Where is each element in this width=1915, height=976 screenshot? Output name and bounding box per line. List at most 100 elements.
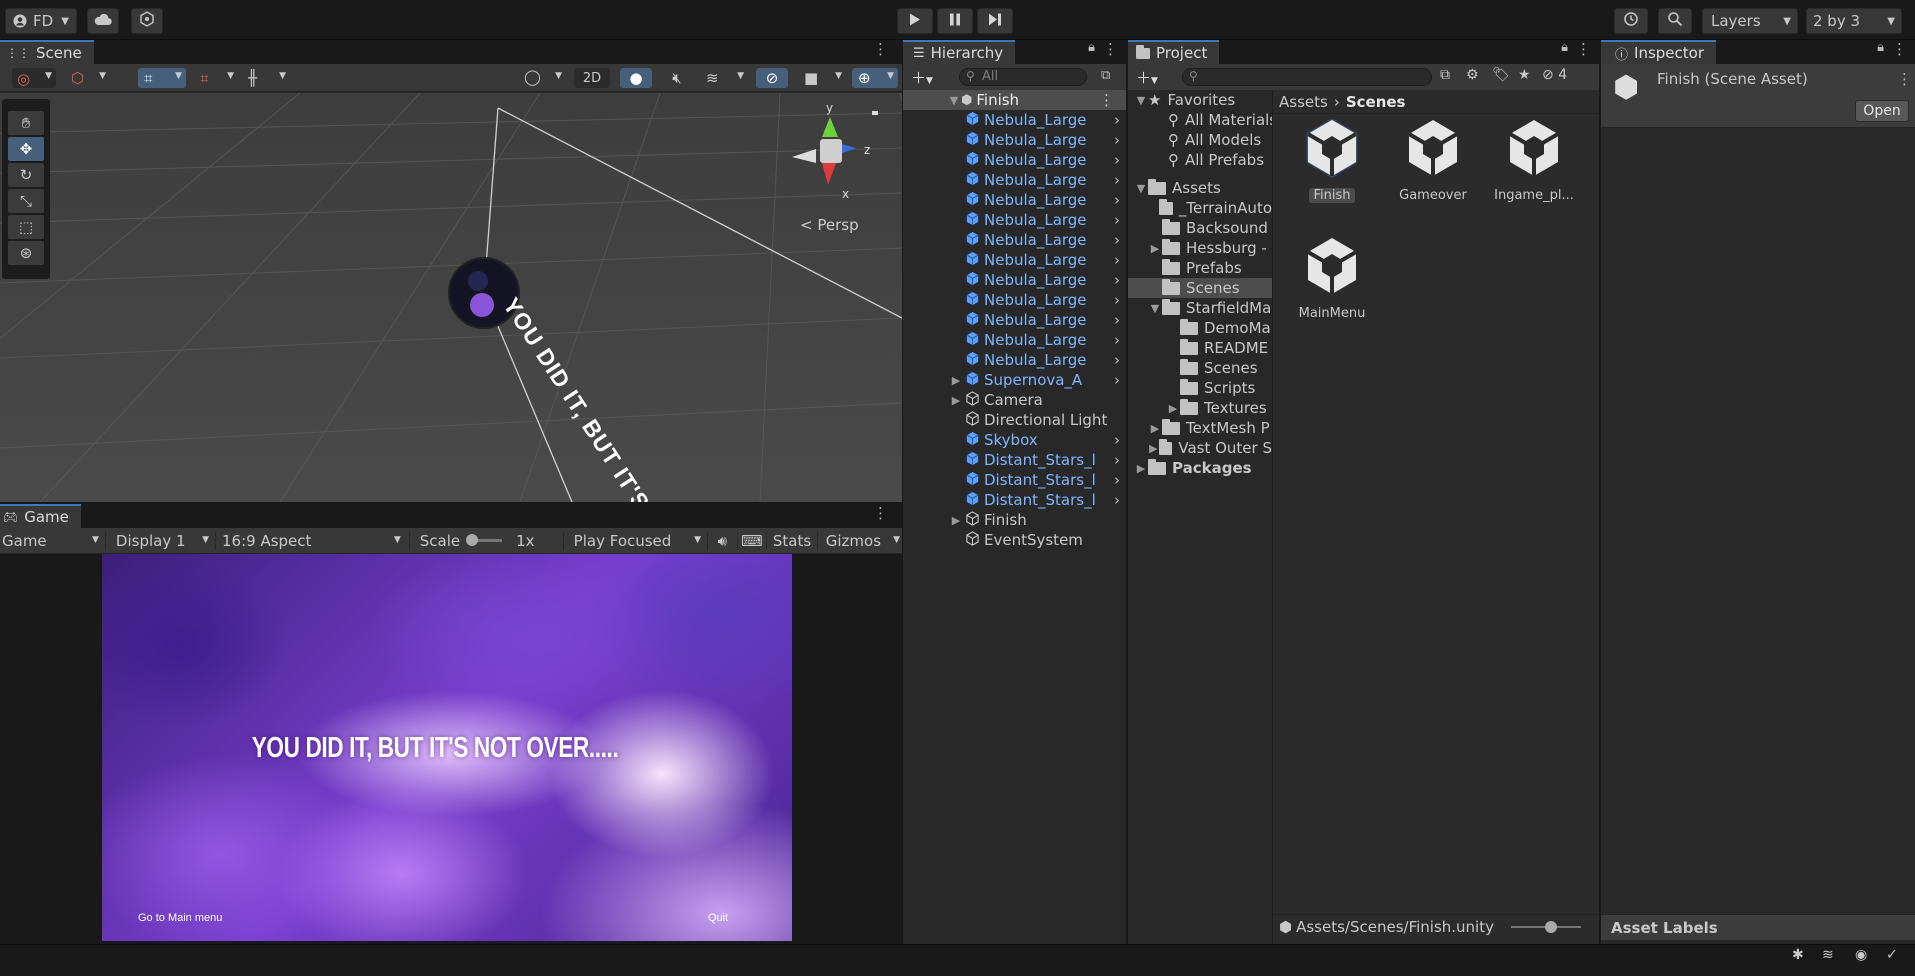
auto-generate-icon[interactable]: ◉: [1855, 947, 1867, 963]
prefab-open-chevron-icon[interactable]: ›: [1114, 291, 1120, 309]
ruler-dropdown[interactable]: ╫ ▼: [244, 68, 288, 88]
shading-dropdown[interactable]: ⬡ ▼: [66, 68, 110, 88]
layers-dropdown[interactable]: Layers ▼: [1702, 8, 1798, 34]
progress-check-icon[interactable]: ✓: [1886, 947, 1898, 963]
prefab-open-chevron-icon[interactable]: ›: [1114, 231, 1120, 249]
expand-arrow-icon[interactable]: ▶: [949, 374, 963, 387]
hierarchy-item[interactable]: Nebula_Large ›: [903, 330, 1126, 350]
hand-tool-button[interactable]: ✋︎: [8, 111, 44, 135]
increment-snap-dropdown[interactable]: ⌗ ▼: [196, 68, 236, 88]
folder-tree-item[interactable]: Backsound: [1128, 218, 1272, 238]
lighting-toggle[interactable]: ●: [620, 68, 652, 88]
gizmos-dropdown[interactable]: ⊕ ▼: [852, 68, 898, 88]
move-tool-button[interactable]: ✥: [8, 137, 44, 161]
hierarchy-item[interactable]: Nebula_Large ›: [903, 210, 1126, 230]
hierarchy-item[interactable]: Nebula_Large ›: [903, 270, 1126, 290]
assets-root[interactable]: ▼ Assets: [1128, 178, 1272, 198]
prefab-open-chevron-icon[interactable]: ›: [1114, 351, 1120, 369]
breadcrumb-root[interactable]: Assets: [1279, 93, 1328, 111]
folder-tree-item[interactable]: README: [1128, 338, 1272, 358]
perspective-toggle[interactable]: < Persp: [800, 216, 859, 234]
grid-snap-dropdown[interactable]: ⌗ ▼: [138, 68, 186, 88]
hierarchy-item[interactable]: ▶ Finish: [903, 510, 1126, 530]
game-view-select[interactable]: Game ▼: [0, 532, 105, 550]
folder-tree-item[interactable]: _TerrainAuto: [1128, 198, 1272, 218]
camera-dropdown[interactable]: ■ ▼: [798, 68, 846, 88]
scene-root-row[interactable]: ▼ ⬢ Finish ⋮: [903, 90, 1126, 110]
panel-menu-icon[interactable]: ⋮: [1574, 40, 1599, 64]
collab-button[interactable]: [131, 8, 163, 34]
expand-arrow-icon[interactable]: ▼: [1148, 302, 1162, 315]
packages-root[interactable]: ▶ Packages: [1128, 458, 1272, 478]
scene-viewport[interactable]: YOU DID IT, BUT IT'S NOT O ✋︎ ✥ ↻ ⤡ ⬚ ⊛ …: [0, 93, 902, 502]
palette-grip[interactable]: [2, 99, 50, 109]
expand-arrow-icon[interactable]: ▶: [1148, 422, 1162, 435]
hidden-packages-toggle[interactable]: ⊘ 4: [1542, 67, 1567, 83]
folder-tree-item[interactable]: Scenes: [1128, 278, 1272, 298]
rect-tool-button[interactable]: ⬚: [8, 215, 44, 239]
prefab-open-chevron-icon[interactable]: ›: [1114, 471, 1120, 489]
hierarchy-item[interactable]: Nebula_Large ›: [903, 190, 1126, 210]
prefab-open-chevron-icon[interactable]: ›: [1114, 151, 1120, 169]
history-button[interactable]: [1614, 8, 1648, 34]
icon-size-slider[interactable]: [1511, 921, 1581, 933]
search-button[interactable]: [1658, 8, 1692, 34]
create-dropdown[interactable]: ＋▼: [911, 67, 933, 88]
expand-arrow-icon[interactable]: ▶: [949, 394, 963, 407]
lock-icon[interactable]: 🔒︎: [1082, 40, 1101, 64]
favorites-header[interactable]: ▼ ★ Favorites: [1128, 90, 1272, 110]
visibility-toggle[interactable]: ⊘: [756, 68, 788, 88]
expand-arrow-icon[interactable]: ▶: [1148, 242, 1162, 255]
hierarchy-item[interactable]: ▶ Camera: [903, 390, 1126, 410]
tab-game[interactable]: 🎮︎ Game: [0, 504, 81, 528]
scale-tool-button[interactable]: ⤡: [8, 189, 44, 213]
play-focused-select[interactable]: Play Focused ▼: [562, 531, 707, 550]
panel-menu-icon[interactable]: ⋮: [859, 504, 902, 528]
hierarchy-search-input[interactable]: ⚲ All: [959, 68, 1087, 86]
expand-arrow-icon[interactable]: ▶: [1166, 402, 1180, 415]
prefab-open-chevron-icon[interactable]: ›: [1114, 171, 1120, 189]
cloud-button[interactable]: [87, 8, 119, 34]
hierarchy-item[interactable]: Nebula_Large ›: [903, 170, 1126, 190]
cache-server-icon[interactable]: ≋: [1822, 947, 1834, 963]
prefab-open-chevron-icon[interactable]: ›: [1114, 451, 1120, 469]
hierarchy-item[interactable]: EventSystem: [903, 530, 1126, 550]
folder-tree-item[interactable]: ▶ Hessburg -: [1128, 238, 1272, 258]
play-button[interactable]: [897, 8, 933, 34]
display-select[interactable]: Display 1 ▼: [104, 531, 215, 550]
favorite-item[interactable]: ⚲ All Models: [1128, 130, 1272, 150]
rotate-tool-button[interactable]: ↻: [8, 163, 44, 187]
panel-menu-icon[interactable]: ⋮: [1890, 40, 1915, 64]
hierarchy-item[interactable]: Nebula_Large ›: [903, 250, 1126, 270]
label-tag-icon[interactable]: 🏷︎: [1492, 67, 1510, 83]
audio-toggle[interactable]: 🔇︎: [662, 68, 692, 88]
hierarchy-item[interactable]: Distant_Stars_l ›: [903, 450, 1126, 470]
main-menu-button[interactable]: Go to Main menu: [138, 912, 222, 924]
stats-button[interactable]: Stats: [766, 531, 817, 550]
prefab-open-chevron-icon[interactable]: ›: [1114, 211, 1120, 229]
lock-icon[interactable]: 🔒︎: [1555, 40, 1574, 64]
prefab-open-chevron-icon[interactable]: ›: [1114, 251, 1120, 269]
folder-tree-item[interactable]: ▶ Vast Outer S: [1128, 438, 1272, 458]
hierarchy-item[interactable]: Directional Light: [903, 410, 1126, 430]
create-asset-dropdown[interactable]: ＋▼: [1136, 67, 1158, 88]
asset-tile[interactable]: Gameover: [1386, 116, 1480, 203]
prefab-open-chevron-icon[interactable]: ›: [1114, 491, 1120, 509]
expand-arrow-icon[interactable]: ▶: [949, 514, 963, 527]
tab-scene[interactable]: ⋮⋮ Scene: [0, 40, 94, 64]
hierarchy-item[interactable]: Nebula_Large ›: [903, 310, 1126, 330]
panel-menu-icon[interactable]: ⋮: [859, 40, 902, 64]
hierarchy-item[interactable]: Distant_Stars_l ›: [903, 470, 1126, 490]
effects-dropdown[interactable]: ≋ ▼: [700, 68, 746, 88]
asset-labels-header[interactable]: Asset Labels: [1601, 914, 1915, 940]
shortcuts-button[interactable]: ⌨︎: [736, 531, 767, 550]
prefab-open-chevron-icon[interactable]: ›: [1114, 191, 1120, 209]
folder-tree-item[interactable]: Scenes: [1128, 358, 1272, 378]
asset-tile[interactable]: Finish: [1285, 116, 1379, 203]
hierarchy-item[interactable]: Nebula_Large ›: [903, 110, 1126, 130]
game-render[interactable]: YOU DID IT, BUT IT'S NOT OVER..... Go to…: [102, 554, 792, 941]
account-dropdown[interactable]: FD ▼: [5, 8, 77, 34]
hierarchy-item[interactable]: Skybox ›: [903, 430, 1126, 450]
hierarchy-item[interactable]: Nebula_Large ›: [903, 290, 1126, 310]
prefab-open-chevron-icon[interactable]: ›: [1114, 431, 1120, 449]
